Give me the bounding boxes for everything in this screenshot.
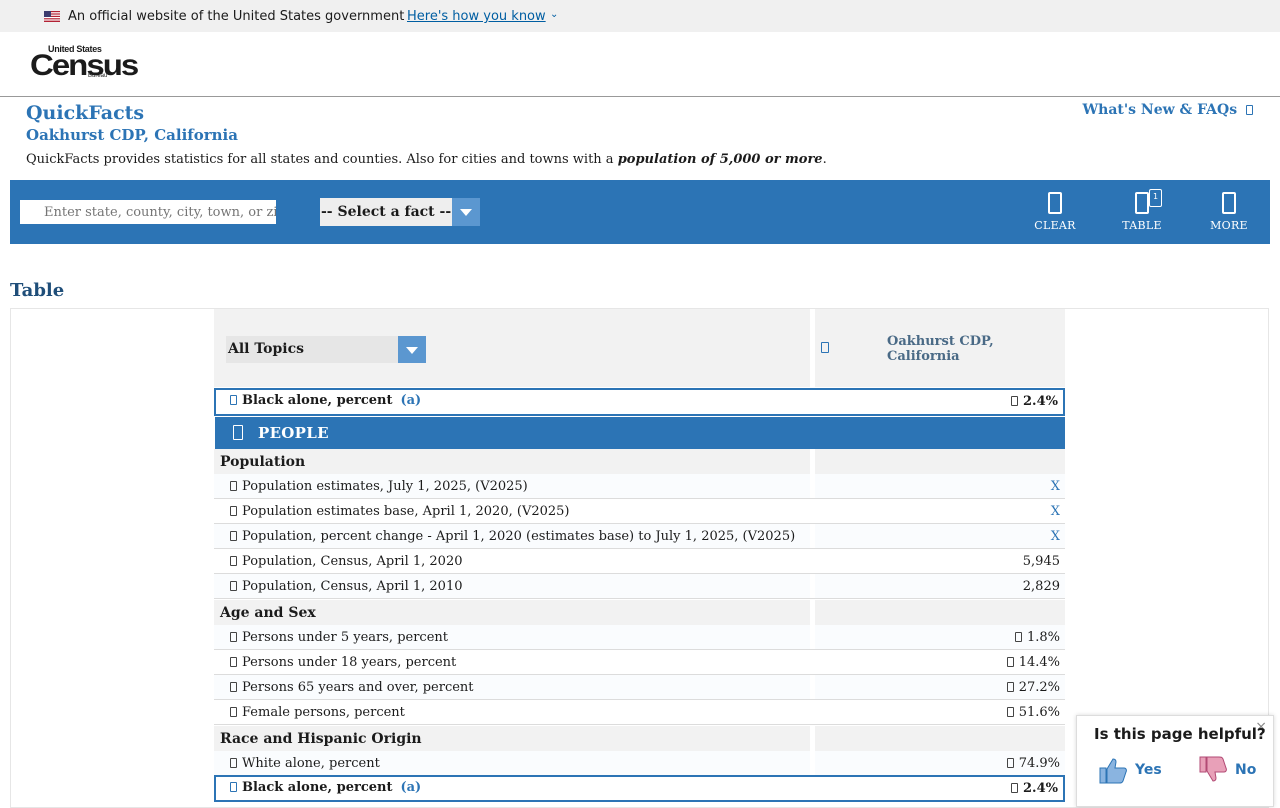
value-flag-icon: [1011, 783, 1019, 793]
location-info-icon[interactable]: [821, 342, 829, 353]
feedback-widget: × Is this page helpful? Yes No: [1076, 715, 1274, 807]
table-row: Population estimates base, April 1, 2020…: [214, 499, 1065, 524]
table-row: Population, Census, April 1, 2010 2,829: [214, 574, 1065, 599]
column-location-name[interactable]: Oakhurst CDP, California: [887, 334, 994, 364]
value-flag-icon: [1011, 396, 1019, 406]
all-topics-dropdown[interactable]: All Topics: [226, 336, 426, 363]
chevron-down-icon[interactable]: [398, 336, 426, 363]
fact-info-icon[interactable]: [230, 531, 237, 541]
census-logo[interactable]: United States Census Bureau: [30, 44, 139, 84]
gov-banner: An official website of the United States…: [0, 0, 1280, 32]
category-race-hispanic-origin: Race and Hispanic Origin: [214, 726, 1065, 751]
table-row: Female persons, percent 51.6%: [214, 700, 1065, 725]
table-header-topics: All Topics: [214, 309, 810, 387]
fact-info-icon[interactable]: [230, 657, 237, 667]
select-fact-dropdown[interactable]: -- Select a fact --: [320, 198, 480, 226]
people-section-header: PEOPLE: [215, 417, 1065, 449]
table-header-location: Oakhurst CDP, California: [815, 309, 1065, 387]
fact-info-icon[interactable]: [230, 556, 237, 566]
heres-how-you-know-link[interactable]: Here's how you know: [407, 9, 546, 24]
table-button[interactable]: 1 TABLE: [1112, 189, 1172, 236]
fact-info-icon[interactable]: [230, 782, 237, 792]
location-title: Oakhurst CDP, California: [26, 126, 238, 144]
value-flag-icon: [1006, 657, 1014, 667]
fact-info-icon[interactable]: [230, 632, 237, 642]
table-row: Population, Census, April 1, 2020 5,945: [214, 549, 1065, 574]
not-applicable-link[interactable]: X: [1051, 529, 1060, 544]
table-icon: [1135, 192, 1149, 214]
category-population: Population: [214, 449, 1065, 474]
thumbs-down-icon: [1199, 756, 1227, 782]
page-description: QuickFacts provides statistics for all s…: [26, 152, 827, 167]
fact-info-icon[interactable]: [230, 758, 237, 768]
gov-banner-text: An official website of the United States…: [68, 9, 405, 24]
fact-info-icon[interactable]: [230, 581, 237, 591]
table-heading: Table: [10, 280, 65, 301]
whats-new-link[interactable]: What's New & FAQs: [1082, 102, 1253, 118]
clear-button[interactable]: CLEAR: [1025, 192, 1085, 236]
fact-info-icon[interactable]: [230, 506, 237, 516]
not-applicable-link[interactable]: X: [1051, 479, 1060, 494]
external-link-icon: [1246, 105, 1253, 115]
table-row: Persons under 5 years, percent 1.8%: [214, 625, 1065, 650]
table-count-badge: 1: [1149, 189, 1162, 207]
table-row: Population, percent change - April 1, 20…: [214, 524, 1065, 549]
fact-info-icon[interactable]: [230, 395, 237, 405]
clear-icon: [1048, 192, 1062, 214]
feedback-title: Is this page helpful?: [1094, 725, 1266, 743]
chevron-down-icon[interactable]: ⌄: [550, 9, 558, 20]
people-icon: [233, 425, 243, 440]
table-row: White alone, percent 74.9%: [214, 751, 1065, 776]
value-flag-icon: [1006, 707, 1014, 717]
fact-info-icon[interactable]: [230, 707, 237, 717]
value-flag-icon: [1006, 758, 1014, 768]
category-age-sex: Age and Sex: [214, 600, 1065, 625]
location-search-input[interactable]: [20, 200, 276, 224]
table-row: Persons 65 years and over, percent 27.2%: [214, 675, 1065, 700]
more-icon: [1222, 192, 1236, 214]
search-toolbar: -- Select a fact -- CLEAR 1 TABLE MORE: [10, 180, 1270, 244]
value-flag-icon: [1006, 682, 1014, 692]
us-flag-icon: [44, 11, 60, 22]
chevron-down-icon[interactable]: [452, 198, 480, 226]
fact-info-icon[interactable]: [230, 481, 237, 491]
more-button[interactable]: MORE: [1199, 192, 1259, 236]
header-divider: [0, 96, 1280, 97]
selected-fact-row-highlight[interactable]: Black alone, percent (a) 2.4%: [214, 775, 1065, 802]
value-flag-icon: [1014, 632, 1022, 642]
page-title[interactable]: QuickFacts: [26, 102, 144, 124]
selected-fact-row[interactable]: Black alone, percent (a) 2.4%: [214, 388, 1065, 416]
feedback-no-button[interactable]: No: [1197, 754, 1256, 786]
thumbs-up-icon: [1099, 758, 1127, 784]
table-row: Persons under 18 years, percent 14.4%: [214, 650, 1065, 675]
not-applicable-link[interactable]: X: [1051, 504, 1060, 519]
fact-info-icon[interactable]: [230, 682, 237, 692]
table-row: Population estimates, July 1, 2025, (V20…: [214, 474, 1065, 499]
feedback-yes-button[interactable]: Yes: [1097, 754, 1162, 786]
